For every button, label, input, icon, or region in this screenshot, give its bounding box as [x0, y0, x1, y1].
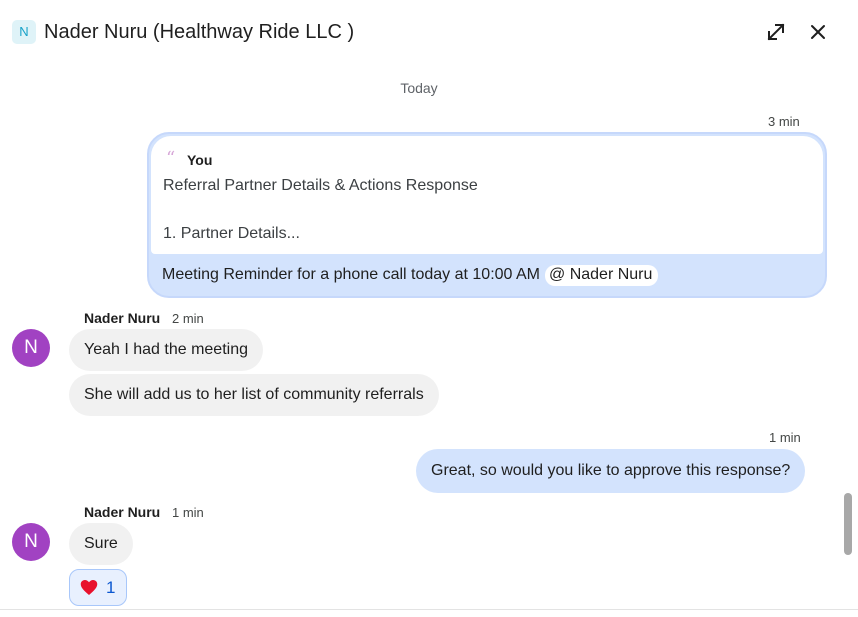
- outgoing-message-bubble[interactable]: Great, so would you like to approve this…: [416, 449, 806, 493]
- message-timestamp: 1 min: [769, 430, 801, 445]
- quote-icon: “: [166, 148, 176, 169]
- quote-author: You: [187, 152, 213, 168]
- expand-button[interactable]: [762, 18, 790, 46]
- incoming-message-bubble[interactable]: Sure: [69, 523, 133, 565]
- message-text-body: Meeting Reminder for a phone call today …: [162, 266, 540, 283]
- reaction-count: 1: [106, 578, 116, 597]
- outgoing-message-bubble[interactable]: “ You Referral Partner Details & Actions…: [147, 132, 827, 298]
- space-avatar: N: [12, 20, 36, 44]
- scrollbar-thumb[interactable]: [844, 493, 852, 555]
- heart-icon: [80, 580, 98, 595]
- quote-text-line: Referral Partner Details & Actions Respo…: [163, 177, 478, 194]
- sender-name: Nader Nuru: [84, 504, 161, 520]
- incoming-message-bubble[interactable]: Yeah I had the meeting: [69, 329, 263, 371]
- sender-name: Nader Nuru: [84, 310, 161, 326]
- chat-header: N Nader Nuru (Healthway Ride LLC ): [0, 0, 858, 62]
- user-mention-chip[interactable]: @ Nader Nuru: [545, 265, 659, 286]
- message-text: Meeting Reminder for a phone call today …: [162, 265, 659, 286]
- reaction-chip[interactable]: 1: [69, 569, 127, 606]
- chat-title: Nader Nuru (Healthway Ride LLC ): [44, 21, 355, 43]
- avatar[interactable]: N: [12, 329, 50, 367]
- chat-window: N Nader Nuru (Healthway Ride LLC ) Today…: [0, 0, 858, 617]
- quoted-message[interactable]: “ You Referral Partner Details & Actions…: [151, 136, 823, 254]
- message-timestamp: 1 min: [172, 505, 204, 520]
- open-in-full-icon: [767, 23, 785, 41]
- message-timestamp: 2 min: [172, 311, 204, 326]
- message-timestamp: 3 min: [768, 114, 800, 129]
- close-button[interactable]: [804, 18, 832, 46]
- incoming-message-bubble[interactable]: She will add us to her list of community…: [69, 374, 439, 416]
- avatar[interactable]: N: [12, 523, 50, 561]
- day-divider: Today: [400, 80, 438, 96]
- close-icon: [811, 25, 825, 39]
- quote-text-line: 1. Partner Details...: [163, 225, 300, 242]
- divider: [0, 609, 858, 610]
